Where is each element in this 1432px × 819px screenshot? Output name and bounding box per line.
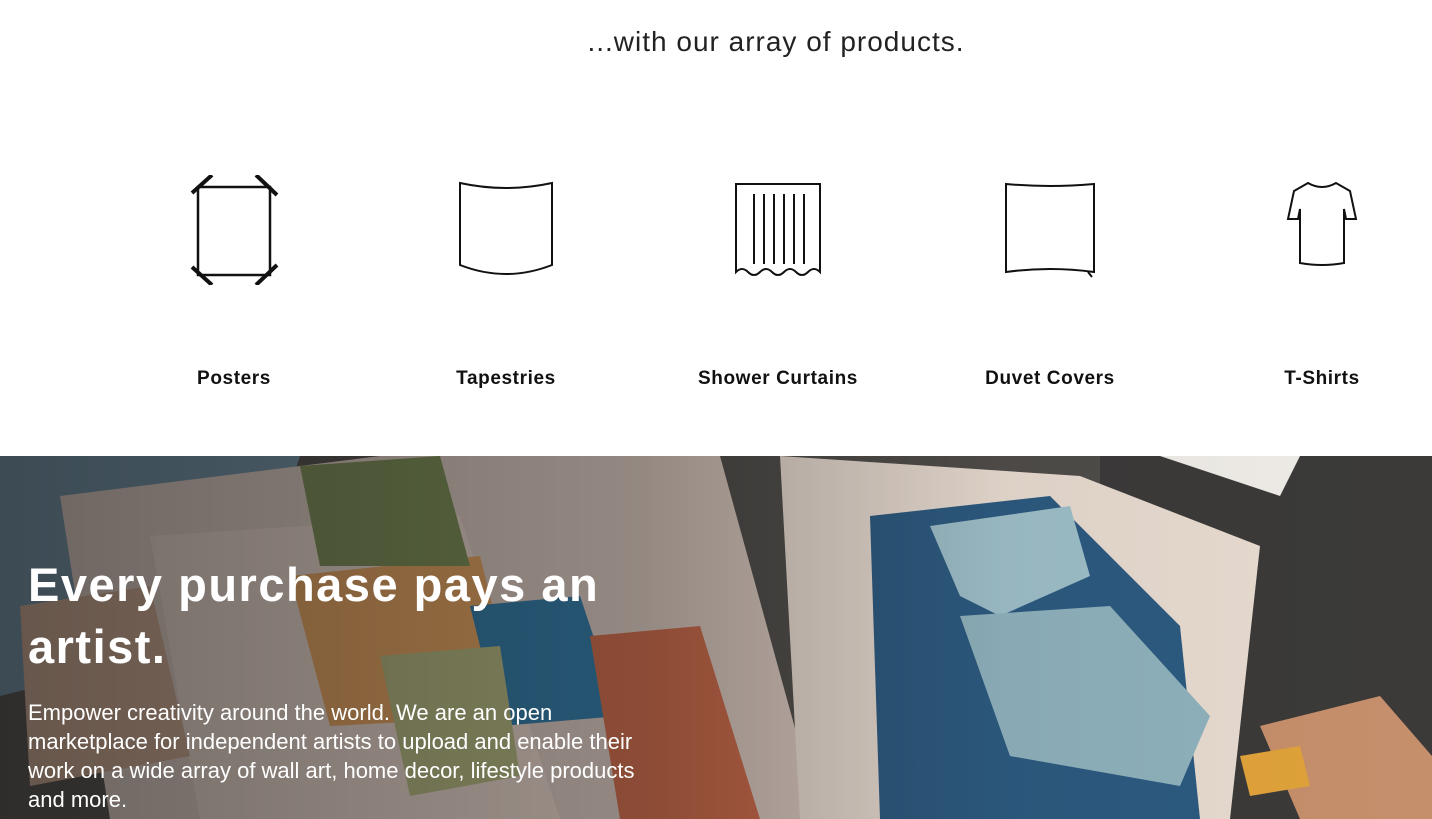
poster-icon: [174, 170, 294, 290]
duvet-cover-icon: [990, 170, 1110, 290]
product-label: T-Shirts: [1284, 368, 1360, 389]
tshirt-icon: [1262, 170, 1382, 290]
product-label: Tapestries: [456, 368, 556, 389]
product-label: Shower Curtains: [698, 368, 858, 389]
product-tshirts[interactable]: T-Shirts: [1186, 170, 1432, 400]
shower-curtain-icon: [718, 170, 838, 290]
product-tapestries[interactable]: Tapestries: [370, 170, 642, 400]
product-list: Posters Tapestries Shower Curtains Duvet…: [98, 170, 1432, 400]
product-shower-curtains[interactable]: Shower Curtains: [642, 170, 914, 400]
product-posters[interactable]: Posters: [98, 170, 370, 400]
hero-banner: Every purchase pays an artist. Empower c…: [0, 456, 1432, 819]
tapestry-icon: [446, 170, 566, 290]
section-intro-heading: ...with our array of products.: [587, 26, 965, 57]
product-label: Posters: [197, 368, 271, 389]
hero-description: Empower creativity around the world. We …: [28, 700, 635, 812]
product-duvet-covers[interactable]: Duvet Covers: [914, 170, 1186, 400]
hero-title: Every purchase pays an artist.: [28, 558, 600, 673]
product-label: Duvet Covers: [985, 368, 1115, 389]
